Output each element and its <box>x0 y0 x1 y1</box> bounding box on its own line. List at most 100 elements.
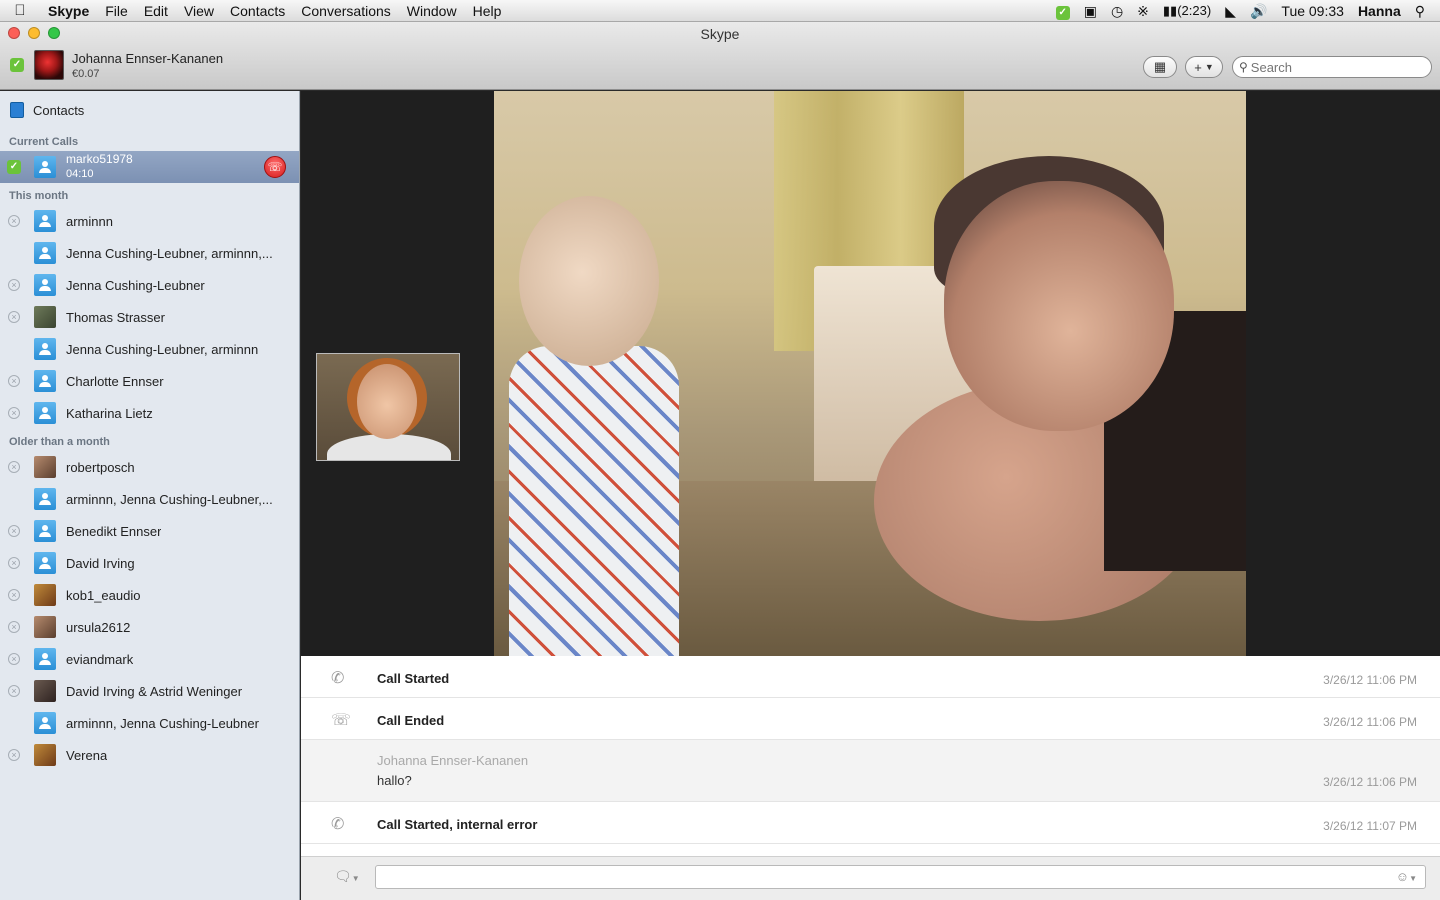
offline-status-icon: × <box>0 685 28 697</box>
call-ended-icon: ☏ <box>331 712 352 729</box>
my-profile[interactable]: ✓ Johanna Ennser-Kananen €0.07 <box>10 50 223 80</box>
window-title: Skype <box>700 26 740 42</box>
offline-status-icon: × <box>0 279 28 291</box>
menu-window[interactable]: Window <box>399 0 465 22</box>
battery-icon[interactable]: ▮▮(2:23) <box>1158 0 1216 22</box>
add-button[interactable]: + ▼ <box>1185 56 1223 78</box>
call-started-icon: ✆ <box>331 670 345 687</box>
contact-row[interactable]: × arminnn <box>0 205 299 237</box>
hang-up-button[interactable]: ☏ <box>264 156 286 178</box>
menu-skype[interactable]: Skype <box>40 0 97 22</box>
menu-contacts[interactable]: Contacts <box>222 0 293 22</box>
contact-avatar <box>34 156 56 178</box>
contact-row[interactable]: × eviandmark <box>0 643 299 675</box>
contact-row[interactable]: × Benedikt Ennser <box>0 515 299 547</box>
search-box[interactable]: ⚲ <box>1232 56 1432 78</box>
offline-status-icon: × <box>0 653 28 665</box>
contact-name: David Irving & Astrid Weninger <box>66 683 243 699</box>
log-entry: ✆ Call Started, internal error 3/26/12 1… <box>301 802 1440 844</box>
contact-name: ursula2612 <box>66 619 131 635</box>
bluetooth-icon[interactable]: ※ <box>1132 0 1154 22</box>
dial-pad-icon: ▦ <box>1153 59 1167 74</box>
group-icon <box>39 246 51 260</box>
menu-user[interactable]: Hanna <box>1353 0 1406 22</box>
contact-name: Thomas Strasser <box>66 309 165 325</box>
spotlight-icon[interactable]: ⚲ <box>1410 0 1430 22</box>
message-input[interactable] <box>376 866 1376 888</box>
contact-row[interactable]: × Thomas Strasser <box>0 301 299 333</box>
menu-view[interactable]: View <box>176 0 222 22</box>
person-icon <box>39 406 51 420</box>
my-name: Johanna Ennser-Kananen <box>72 50 224 66</box>
contact-row[interactable]: × David Irving <box>0 547 299 579</box>
remote-video[interactable] <box>494 91 1246 656</box>
current-call-name: marko51978 <box>66 152 133 166</box>
dial-pad-button[interactable]: ▦ <box>1143 56 1177 78</box>
log-entry: ✆ Call Started 3/26/12 11:06 PM <box>301 656 1440 698</box>
chat-bubble-icon[interactable]: 🗨▼ <box>334 868 360 885</box>
contact-row[interactable]: × Charlotte Ennser <box>0 365 299 397</box>
offline-status-icon: × <box>0 557 28 569</box>
skype-status-icon[interactable]: ✓ <box>1051 0 1075 22</box>
volume-icon[interactable]: 🔊 <box>1245 0 1272 22</box>
this-month-header: This month <box>9 190 69 202</box>
message-field[interactable]: ☺▼ <box>375 865 1426 889</box>
contacts-nav-item[interactable]: Contacts <box>0 91 299 129</box>
contact-row[interactable]: arminnn, Jenna Cushing-Leubner <box>0 707 299 739</box>
menu-edit[interactable]: Edit <box>136 0 176 22</box>
contact-row[interactable]: × Verena <box>0 739 299 771</box>
contact-row[interactable]: × ursula2612 <box>0 611 299 643</box>
contacts-label: Contacts <box>33 102 85 118</box>
search-icon: ⚲ <box>1239 60 1248 74</box>
menu-clock[interactable]: Tue 09:33 <box>1276 0 1349 22</box>
display-icon[interactable]: ▣ <box>1079 0 1102 22</box>
contact-name: Verena <box>66 747 108 763</box>
log-title: Call Ended <box>377 713 445 728</box>
contact-row[interactable]: × kob1_eaudio <box>0 579 299 611</box>
group-avatar <box>34 338 56 360</box>
group-icon <box>39 342 51 356</box>
offline-status-icon: × <box>0 375 28 387</box>
menu-file[interactable]: File <box>97 0 136 22</box>
offline-status-icon: × <box>0 525 28 537</box>
contact-avatar <box>34 616 56 638</box>
current-calls-header: Current Calls <box>9 136 79 148</box>
menu-conversations[interactable]: Conversations <box>293 0 399 22</box>
offline-status-icon: × <box>0 749 28 761</box>
contact-row[interactable]: Jenna Cushing-Leubner, arminnn <box>0 333 299 365</box>
contact-row[interactable]: × robertposch <box>0 451 299 483</box>
contact-name: kob1_eaudio <box>66 587 141 603</box>
online-status-icon[interactable]: ✓ <box>10 58 24 72</box>
message-composer: 🗨▼ ☺▼ <box>301 856 1440 900</box>
online-status-icon: ✓ <box>0 160 28 174</box>
sidebar: Contacts Current Calls ✓ marko51978 04:1… <box>0 91 300 900</box>
contact-row[interactable]: × Katharina Lietz <box>0 397 299 429</box>
contact-row[interactable]: Jenna Cushing-Leubner, arminnn,... <box>0 237 299 269</box>
my-avatar[interactable] <box>34 50 64 80</box>
contact-avatar <box>34 402 56 424</box>
hang-up-icon: ☏ <box>267 160 283 174</box>
wifi-icon[interactable]: ◣ <box>1220 0 1241 22</box>
current-call-row[interactable]: ✓ marko51978 04:10 ☏ <box>0 151 299 183</box>
offline-status-icon: × <box>0 621 28 633</box>
group-avatar <box>34 488 56 510</box>
address-book-icon <box>10 102 24 118</box>
person-icon <box>39 556 51 570</box>
older-list: × robertposch arminnn, Jenna Cushing-Leubn… <box>0 451 299 771</box>
group-avatar <box>34 242 56 264</box>
apple-menu-icon[interactable]:  <box>0 2 40 19</box>
self-video-preview[interactable] <box>316 353 460 461</box>
contact-row[interactable]: × Jenna Cushing-Leubner <box>0 269 299 301</box>
menu-help[interactable]: Help <box>465 0 510 22</box>
contact-row[interactable]: arminnn, Jenna Cushing-Leubner,... <box>0 483 299 515</box>
contact-name: arminnn, Jenna Cushing-Leubner <box>66 715 259 731</box>
contact-name: arminnn, Jenna Cushing-Leubner,... <box>66 491 273 507</box>
emoticon-icon[interactable]: ☺▼ <box>1396 869 1417 884</box>
person-icon <box>39 160 51 174</box>
log-entry: ☏ Call Ended 3/26/12 11:06 PM <box>301 698 1440 740</box>
search-input[interactable] <box>1250 59 1421 75</box>
message-author: Johanna Ennser-Kananen <box>377 753 529 768</box>
time-machine-icon[interactable]: ◷ <box>1106 0 1128 22</box>
contact-row[interactable]: × David Irving & Astrid Weninger <box>0 675 299 707</box>
group-icon <box>39 492 51 506</box>
